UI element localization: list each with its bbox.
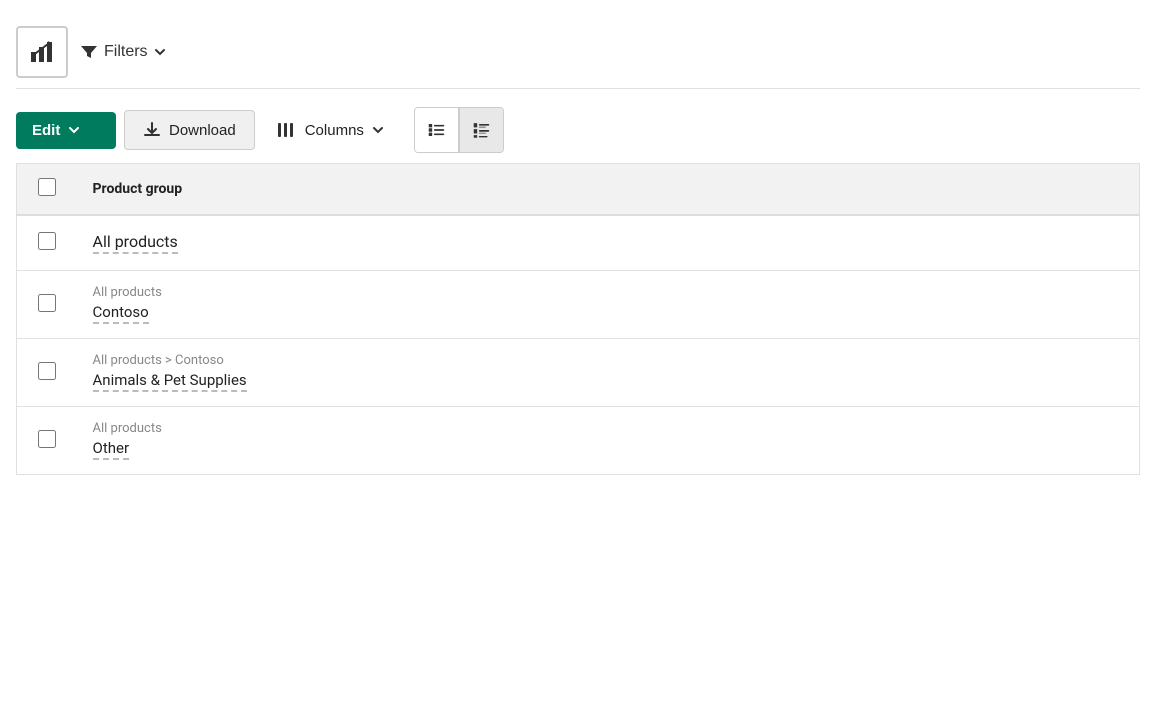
columns-caret-icon xyxy=(372,124,384,136)
product-table: Product group All products All products Co… xyxy=(16,163,1140,475)
product-group-cell: All products Other xyxy=(77,407,1140,475)
product-group-cell: All products Contoso xyxy=(77,271,1140,339)
list-icon xyxy=(472,119,491,141)
cell-main-name: All products xyxy=(93,232,178,254)
compact-list-view-button[interactable] xyxy=(415,108,459,152)
cell-main-name: Other xyxy=(93,439,130,460)
toolbar: Edit Download Columns xyxy=(16,97,1140,163)
download-button[interactable]: Download xyxy=(124,110,255,150)
row-checkbox-cell xyxy=(17,271,77,339)
product-group-cell: All products > Contoso Animals & Pet Supp… xyxy=(77,339,1140,407)
cell-breadcrumb: All products xyxy=(93,421,1124,436)
table-row: All products Other xyxy=(17,407,1140,475)
chart-button[interactable] xyxy=(16,26,68,78)
product-group-cell: All products xyxy=(77,215,1140,271)
main-container: Filters Edit Download xyxy=(0,0,1156,475)
columns-button[interactable]: Columns xyxy=(263,111,398,149)
table-row: All products xyxy=(17,215,1140,271)
row-checkbox[interactable] xyxy=(38,430,56,448)
cell-breadcrumb: All products xyxy=(93,285,1124,300)
filters-label: Filters xyxy=(104,43,148,61)
edit-label: Edit xyxy=(32,122,60,139)
select-all-checkbox[interactable] xyxy=(38,178,56,196)
list-view-button[interactable] xyxy=(459,108,503,152)
row-checkbox-cell xyxy=(17,407,77,475)
product-group-header: Product group xyxy=(77,164,1140,216)
edit-caret-icon xyxy=(68,124,80,136)
table-header-row: Product group xyxy=(17,164,1140,216)
cell-breadcrumb: All products > Contoso xyxy=(93,353,1124,368)
filter-caret-icon xyxy=(154,46,166,58)
row-checkbox[interactable] xyxy=(38,294,56,312)
filters-button[interactable]: Filters xyxy=(80,43,166,61)
download-icon xyxy=(143,121,161,139)
top-bar: Filters xyxy=(16,16,1140,89)
table-row: All products Contoso xyxy=(17,271,1140,339)
chart-icon xyxy=(28,38,56,66)
row-checkbox[interactable] xyxy=(38,362,56,380)
cell-main-name: Animals & Pet Supplies xyxy=(93,371,247,392)
download-label: Download xyxy=(169,122,236,139)
filter-icon xyxy=(80,43,98,61)
row-checkbox[interactable] xyxy=(38,232,56,250)
edit-button[interactable]: Edit xyxy=(16,112,116,149)
table-row: All products > Contoso Animals & Pet Supp… xyxy=(17,339,1140,407)
columns-icon xyxy=(277,121,297,139)
select-all-header xyxy=(17,164,77,216)
columns-label: Columns xyxy=(305,122,364,139)
cell-main-name: Contoso xyxy=(93,303,149,324)
row-checkbox-cell xyxy=(17,339,77,407)
row-checkbox-cell xyxy=(17,215,77,271)
view-toggle xyxy=(414,107,504,153)
compact-list-icon xyxy=(427,119,446,141)
